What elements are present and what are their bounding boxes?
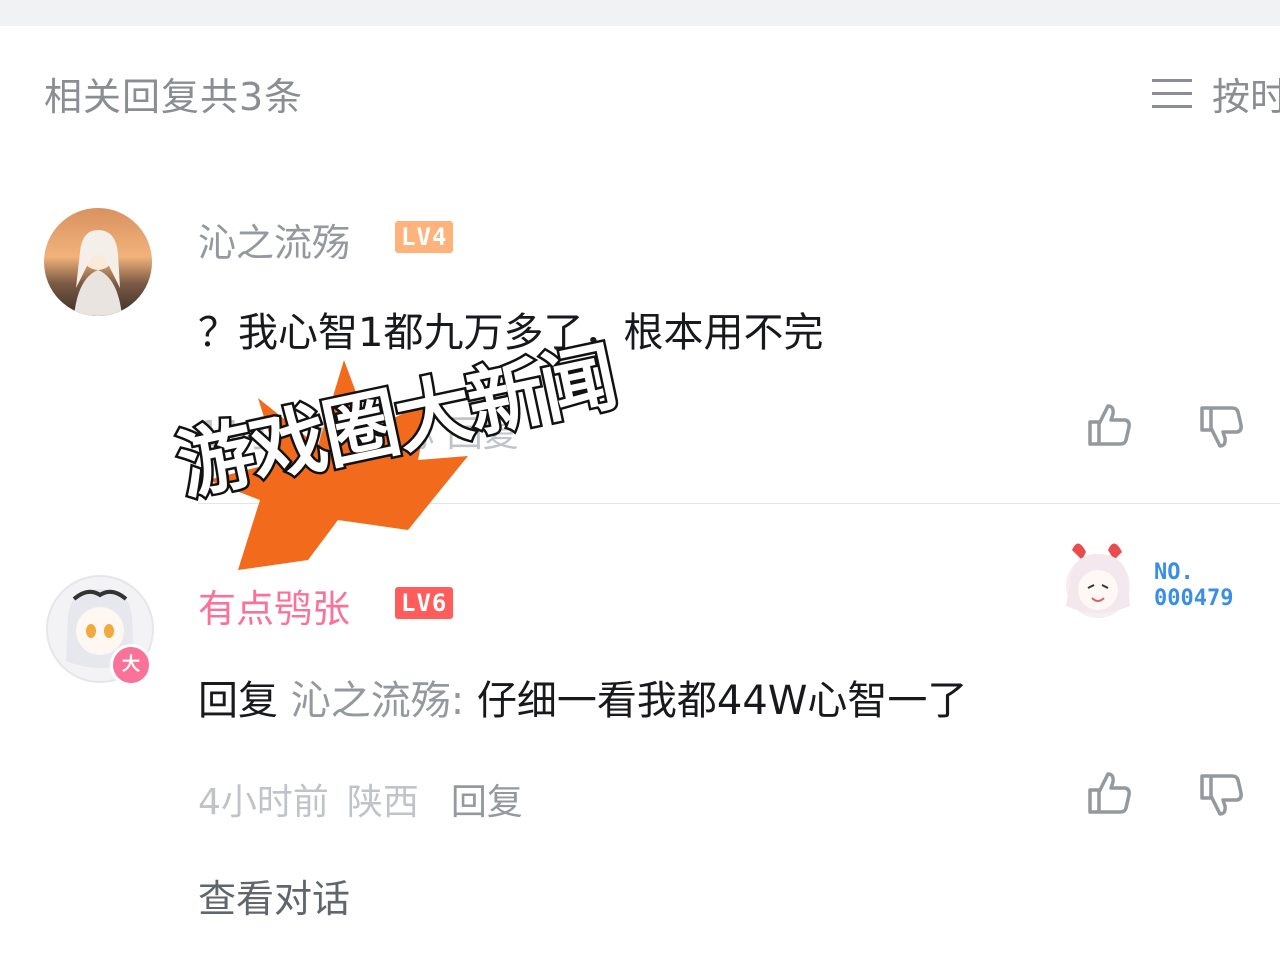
fan-number-prefix: NO. [1154, 560, 1194, 585]
avatar[interactable] [44, 208, 152, 316]
reply-prefix: 回复 [198, 678, 278, 724]
comment-location: 陕西 [346, 782, 419, 823]
comment-meta: 4小时前 陕西 回复 [198, 773, 523, 825]
vip-badge: 大 [110, 644, 152, 686]
reply-text: 回复 沁之流殇: 仔细一看我都44W心智一了 [198, 668, 967, 726]
fan-number-value: 000479 [1154, 586, 1234, 611]
reply-target-link[interactable]: 沁之流殇: [291, 678, 464, 724]
thumb-up-icon[interactable] [1084, 400, 1134, 450]
reply-content: 仔细一看我都44W心智一了 [476, 678, 968, 724]
thumb-down-icon[interactable] [1196, 770, 1246, 820]
sort-toggle[interactable]: 按时 [1150, 66, 1280, 121]
menu-lines-icon [1152, 78, 1192, 108]
username[interactable]: 沁之流殇 [198, 212, 350, 267]
level-badge: LV4 [395, 221, 454, 253]
avatar-image [74, 230, 122, 316]
level-badge: LV6 [395, 587, 454, 619]
reply-count-title: 相关回复共3条 [44, 75, 304, 119]
view-conversation-link[interactable]: 查看对话 [198, 868, 350, 923]
reply-button[interactable]: 回复 [451, 773, 523, 825]
username[interactable]: 有点鸮张 [198, 578, 350, 633]
sort-label: 按时 [1212, 75, 1280, 119]
top-bar [0, 0, 1280, 26]
fan-number: NO. 000479 [1154, 560, 1233, 612]
thumb-down-icon[interactable] [1196, 402, 1246, 452]
thumb-up-icon[interactable] [1084, 768, 1134, 818]
comment-time: 4小时前 [198, 782, 329, 823]
